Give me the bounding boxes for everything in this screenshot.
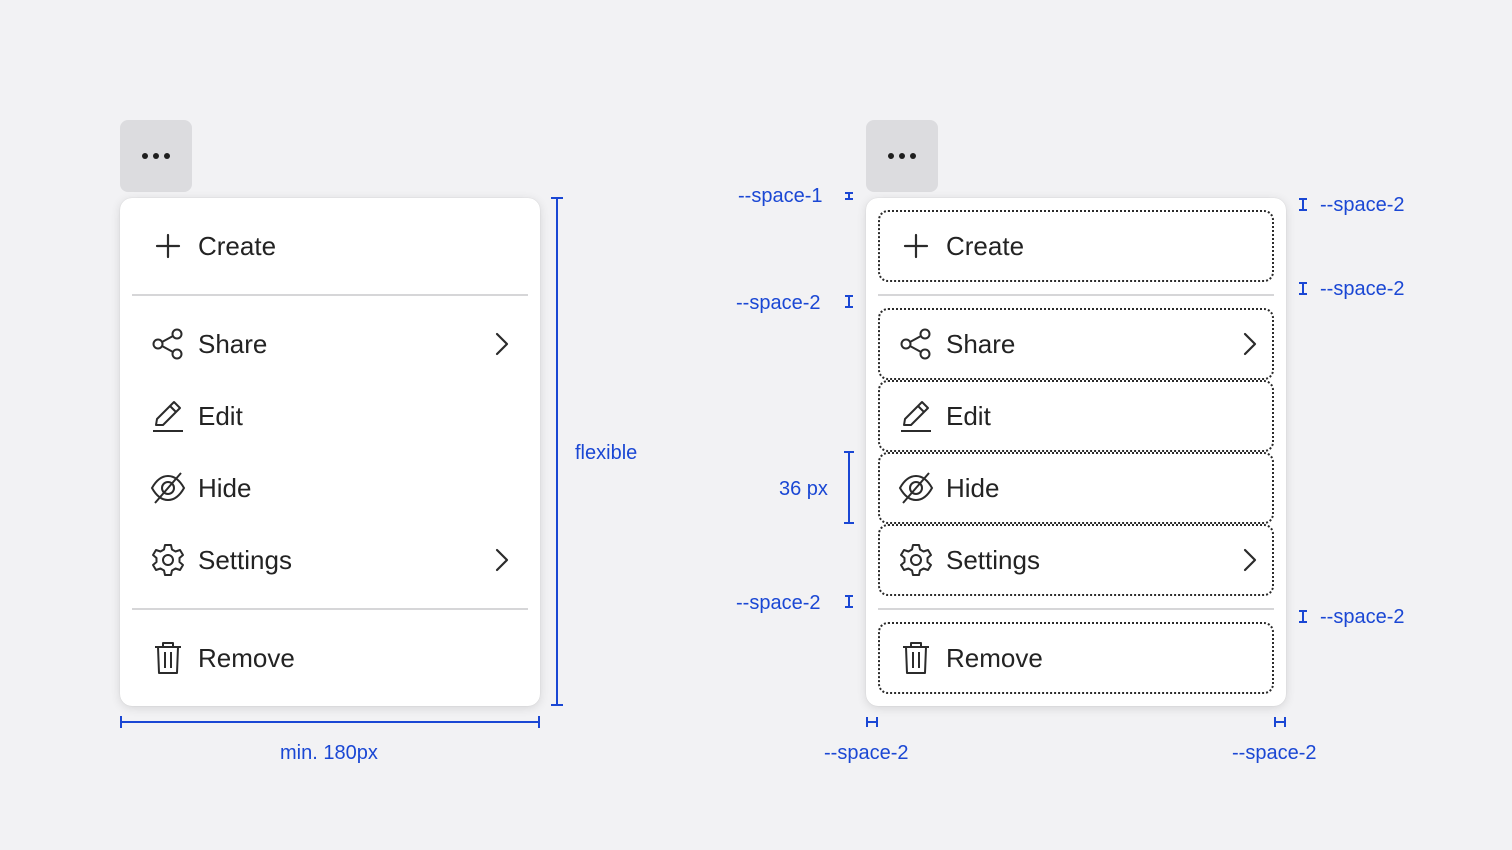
item-height-label: 36 px	[779, 478, 828, 500]
menu-item-label: Remove	[946, 643, 1043, 673]
eye-off-icon	[150, 472, 186, 504]
menu-item-remove[interactable]: Remove	[878, 622, 1274, 694]
gear-icon	[152, 544, 184, 576]
more-dots-icon	[142, 153, 170, 159]
more-button[interactable]	[866, 120, 938, 192]
flexible-height-label: flexible	[575, 442, 638, 464]
menu-divider	[132, 608, 528, 610]
space-2-label: --space-2	[1320, 606, 1405, 628]
gear-icon	[900, 544, 932, 576]
menu-item-label: Hide	[946, 473, 1000, 503]
space-2-label: --space-2	[1320, 194, 1405, 216]
chevron-right-icon	[1243, 548, 1257, 572]
menu-item-label: Hide	[198, 473, 252, 503]
space-2-label: --space-2	[736, 592, 821, 614]
menu-item-remove[interactable]: Remove	[132, 622, 528, 694]
space-2-label: --space-2	[824, 742, 909, 764]
trash-icon	[155, 642, 181, 674]
more-button[interactable]	[120, 120, 192, 192]
menu-item-settings[interactable]: Settings	[878, 524, 1274, 596]
chevron-right-icon	[1243, 332, 1257, 356]
menu-item-label: Remove	[198, 643, 295, 673]
more-dots-icon	[888, 153, 916, 159]
menu-item-label: Create	[946, 231, 1025, 261]
share-icon	[152, 328, 183, 360]
space-2-label: --space-2	[1320, 278, 1405, 300]
space-2-label: --space-2	[736, 292, 821, 314]
plus-icon	[155, 233, 181, 259]
menu-item-label: Settings	[198, 545, 292, 575]
space-2-label: --space-2	[1232, 742, 1317, 764]
share-icon	[900, 328, 931, 360]
pencil-icon	[153, 401, 183, 432]
pencil-icon	[901, 401, 931, 432]
menu-item-hide[interactable]: Hide	[132, 452, 528, 524]
space-1-label: --space-1	[738, 185, 823, 207]
menu-item-create[interactable]: Create	[878, 210, 1274, 282]
trash-icon	[903, 642, 929, 674]
menu-item-share[interactable]: Share	[878, 308, 1274, 380]
menu-item-label: Edit	[198, 401, 243, 431]
menu-item-label: Edit	[946, 401, 991, 431]
menu-item-share[interactable]: Share	[132, 308, 528, 380]
menu-item-label: Create	[198, 231, 277, 261]
chevron-right-icon	[495, 548, 509, 572]
menu-item-settings[interactable]: Settings	[132, 524, 528, 596]
menu-item-edit[interactable]: Edit	[132, 380, 528, 452]
menu-divider	[132, 294, 528, 296]
dropdown-menu: Create Share Edit Hide Settings Remove	[120, 198, 540, 706]
menu-item-create[interactable]: Create	[132, 210, 528, 282]
eye-off-icon	[898, 472, 934, 504]
menu-item-edit[interactable]: Edit	[878, 380, 1274, 452]
min-width-label: min. 180px	[280, 742, 378, 764]
plus-icon	[903, 233, 929, 259]
menu-item-label: Settings	[946, 545, 1040, 575]
chevron-right-icon	[495, 332, 509, 356]
menu-divider	[878, 608, 1274, 610]
menu-divider	[878, 294, 1274, 296]
menu-item-label: Share	[198, 329, 268, 359]
menu-item-hide[interactable]: Hide	[878, 452, 1274, 524]
dropdown-menu-annotated: Create Share Edit Hide Settings Remove	[866, 198, 1286, 706]
menu-item-label: Share	[946, 329, 1016, 359]
